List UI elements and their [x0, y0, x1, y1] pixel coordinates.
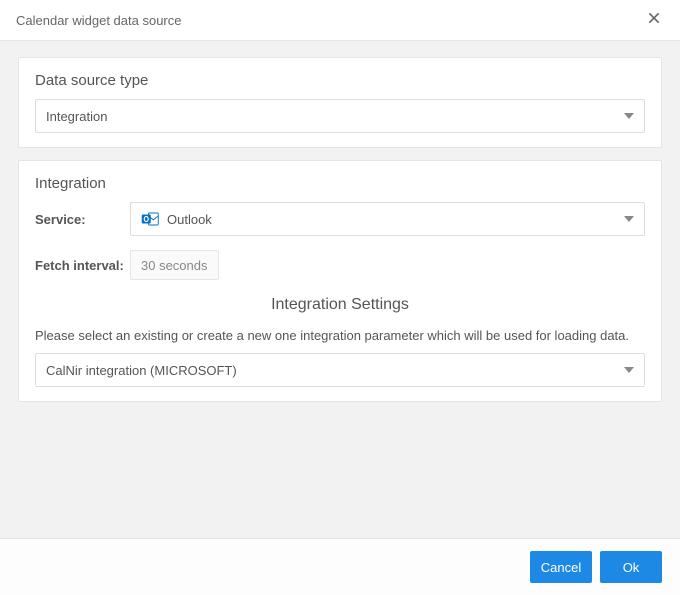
- integration-help-text: Please select an existing or create a ne…: [35, 328, 645, 343]
- data-source-type-heading: Data source type: [35, 72, 645, 89]
- integration-panel: Integration Service: Outlook: [18, 160, 662, 402]
- chevron-down-icon: [624, 214, 634, 224]
- dialog-body: Data source type Integration Integration…: [0, 41, 680, 538]
- close-button[interactable]: [644, 10, 664, 30]
- service-value: Outlook: [167, 212, 212, 227]
- close-icon: [646, 10, 662, 31]
- outlook-icon: [141, 210, 159, 228]
- chevron-down-icon: [624, 111, 634, 121]
- cancel-button[interactable]: Cancel: [530, 551, 592, 583]
- dialog-title: Calendar widget data source: [16, 13, 182, 28]
- integration-param-value: CalNir integration (MICROSOFT): [46, 363, 237, 378]
- integration-param-select[interactable]: CalNir integration (MICROSOFT): [35, 353, 645, 387]
- data-source-type-panel: Data source type Integration: [18, 57, 662, 148]
- integration-settings-heading: Integration Settings: [35, 296, 645, 314]
- service-select[interactable]: Outlook: [130, 202, 645, 236]
- ok-button[interactable]: Ok: [600, 551, 662, 583]
- fetch-interval-input[interactable]: 30 seconds: [130, 250, 219, 280]
- data-source-type-value: Integration: [46, 109, 107, 124]
- fetch-interval-value: 30 seconds: [141, 258, 208, 273]
- fetch-interval-row: Fetch interval: 30 seconds: [35, 250, 645, 280]
- dialog-header: Calendar widget data source: [0, 0, 680, 41]
- data-source-type-select[interactable]: Integration: [35, 99, 645, 133]
- chevron-down-icon: [624, 365, 634, 375]
- service-row: Service: Outlook: [35, 202, 645, 236]
- dialog-footer: Cancel Ok: [0, 538, 680, 595]
- service-label: Service:: [35, 212, 130, 227]
- integration-heading: Integration: [35, 175, 645, 192]
- fetch-interval-label: Fetch interval:: [35, 258, 130, 273]
